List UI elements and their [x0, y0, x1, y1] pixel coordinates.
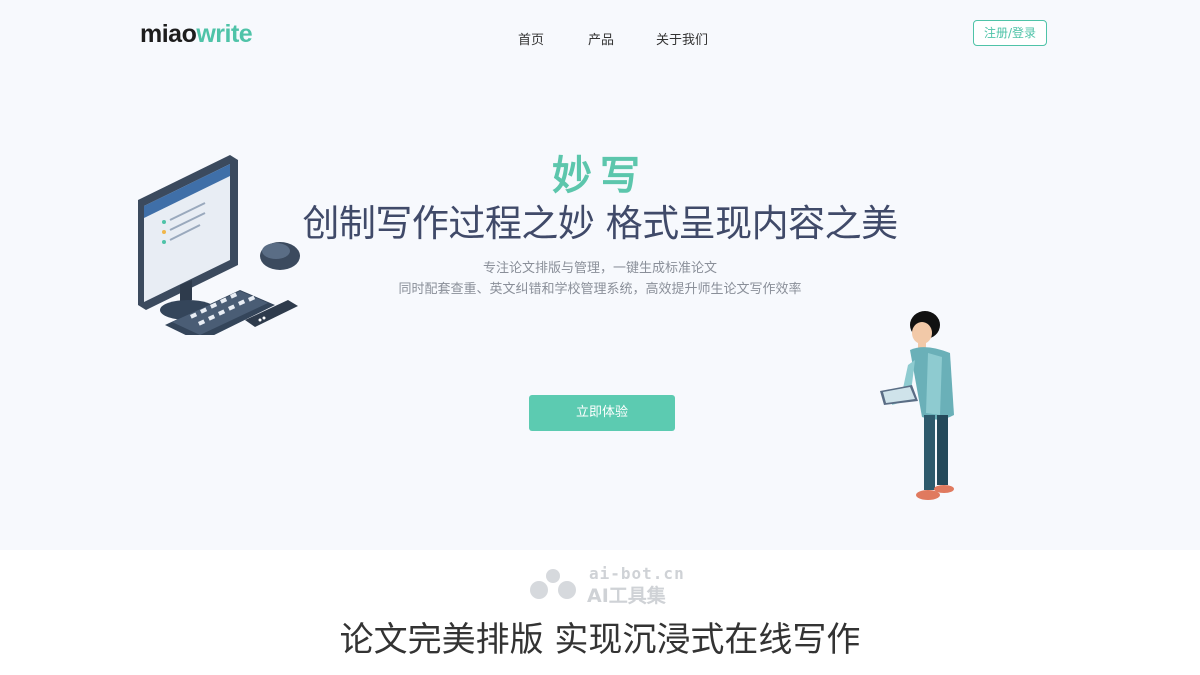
hero-desc-line1: 专注论文排版与管理，一键生成标准论文	[482, 261, 717, 276]
main-nav: 首页 产品 关于我们	[518, 29, 750, 48]
site-header: miaowrite 首页 产品 关于我们 注册/登录	[0, 0, 1200, 75]
hero-subtitle: 创制写作过程之妙 格式呈现内容之美	[302, 202, 898, 245]
features-section: ai-bot.cn AI工具集 论文完美排版 实现沉浸式在线写作	[0, 550, 1200, 675]
hero-desc-line2: 同时配套查重、英文纠错和学校管理系统，高效提升师生论文写作效率	[398, 282, 802, 297]
logo-part-write: write	[196, 20, 253, 48]
nav-about[interactable]: 关于我们	[656, 29, 708, 48]
logo[interactable]: miaowrite	[140, 20, 253, 49]
nav-products[interactable]: 产品	[588, 29, 614, 48]
section-title: 论文完美排版 实现沉浸式在线写作	[339, 620, 861, 660]
nav-home[interactable]: 首页	[518, 29, 544, 48]
person-illustration	[880, 311, 954, 500]
watermark-brand: AI工具集	[587, 585, 666, 607]
logo-part-miao: miao	[140, 20, 197, 48]
watermark-logo-icon	[530, 569, 576, 599]
hero-description: 专注论文排版与管理，一键生成标准论文 同时配套查重、英文纠错和学校管理系统，高效…	[0, 258, 1200, 300]
register-login-button[interactable]: 注册/登录	[973, 20, 1047, 46]
hero-section: 妙写 创制写作过程之妙 格式呈现内容之美 专注论文排版与管理，一键生成标准论文 …	[0, 75, 1200, 550]
watermark: ai-bot.cn AI工具集	[525, 564, 705, 607]
try-now-button[interactable]: 立即体验	[529, 395, 675, 431]
